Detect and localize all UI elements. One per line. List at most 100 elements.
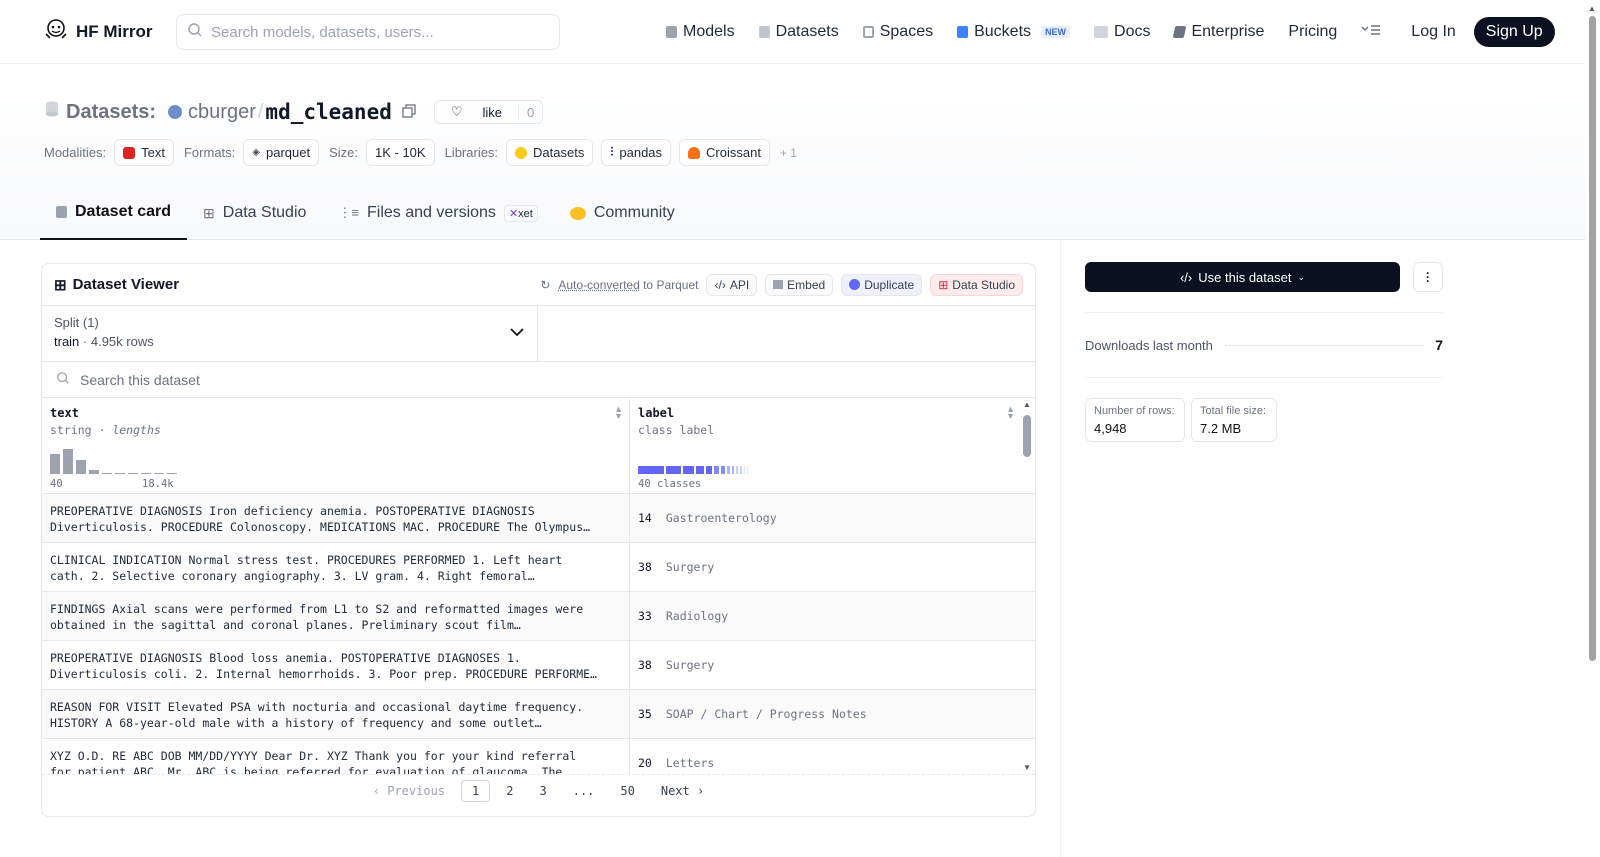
dataset-search-input[interactable] — [80, 371, 480, 388]
code-icon: ‹/› — [1179, 269, 1193, 285]
column-subtype: lengths — [112, 423, 161, 437]
data-table: text string · lengths 40 18.4k ▲ ▼ label … — [42, 398, 1035, 774]
table-icon: ⊞ — [54, 276, 67, 294]
column-name: text — [50, 406, 79, 420]
more-libraries[interactable]: + 1 — [780, 146, 797, 160]
format-chip-parquet[interactable]: ◈ parquet — [243, 139, 320, 166]
more-options-button[interactable]: · · · — [1413, 262, 1443, 292]
table-row[interactable]: CLINICAL INDICATION Normal stress test. … — [42, 543, 1035, 592]
table-scrollbar[interactable]: ▲ ▼ — [1019, 398, 1035, 774]
text-icon — [123, 146, 136, 159]
brand-link[interactable]: HF Mirror — [44, 18, 176, 45]
use-dataset-button[interactable]: ‹/› Use this dataset ⌄ — [1085, 262, 1400, 292]
signup-button[interactable]: Sign Up — [1473, 17, 1555, 47]
split-selector[interactable]: Split (1) train · 4.95k rows — [42, 306, 538, 361]
dataset-search[interactable] — [42, 362, 1035, 398]
page-2[interactable]: 2 — [496, 781, 523, 801]
scroll-thumb[interactable] — [1589, 16, 1596, 661]
scroll-up-arrow[interactable]: ▲ — [1588, 4, 1596, 13]
file-size-value: 7.2 MB — [1200, 421, 1242, 436]
length-histogram — [50, 449, 177, 474]
pagination: ‹ Previous 1 2 3 ... 50 Next › — [42, 774, 1035, 806]
nav-more-menu[interactable] — [1361, 23, 1381, 42]
api-button[interactable]: ‹/› API — [706, 273, 758, 296]
table-row[interactable]: PREOPERATIVE DIAGNOSIS Iron deficiency a… — [42, 494, 1035, 543]
chevron-down-icon — [509, 324, 525, 342]
nav-models[interactable]: Models — [666, 23, 735, 41]
nav-pricing[interactable]: Pricing — [1288, 23, 1337, 41]
tab-data-studio[interactable]: ⊞ Data Studio — [187, 186, 322, 240]
code-icon: ‹/› — [714, 277, 726, 292]
xet-badge: ✕xet — [503, 204, 538, 222]
column-header-text[interactable]: text string · lengths 40 18.4k ▲ ▼ — [42, 398, 630, 493]
table-row[interactable]: REASON FOR VISIT Elevated PSA with noctu… — [42, 690, 1035, 739]
owner-link[interactable]: cburger — [188, 101, 256, 124]
like-button[interactable]: ♡ like 0 — [433, 100, 544, 124]
embed-button[interactable]: Embed — [765, 273, 834, 296]
tab-dataset-card[interactable]: Dataset card — [40, 186, 188, 240]
search-input[interactable] — [211, 23, 549, 41]
split-rows: 4.95k rows — [90, 334, 154, 349]
file-size-stat: Total file size: 7.2 MB — [1191, 398, 1277, 442]
dataset-name[interactable]: md_cleaned — [265, 100, 391, 124]
cube-icon — [56, 206, 67, 218]
new-badge: NEW — [1041, 26, 1071, 38]
embed-icon — [773, 280, 784, 289]
search-icon — [187, 22, 203, 43]
table-row[interactable]: FINDINGS Axial scans were performed from… — [42, 592, 1035, 641]
nav-spaces[interactable]: Spaces — [862, 23, 933, 41]
chevron-down-icon: ⌄ — [1297, 271, 1306, 282]
library-chip-pandas[interactable]: ⫶ pandas — [601, 139, 672, 166]
duplicate-icon — [849, 279, 861, 290]
sort-icon[interactable]: ▲ ▼ — [614, 405, 623, 421]
column-type: class label — [638, 423, 715, 437]
tab-files-and-versions[interactable]: ⋮≡ Files and versions ✕xet — [322, 186, 553, 240]
size-chip[interactable]: 1K - 10K — [365, 139, 435, 166]
search-icon — [56, 371, 70, 388]
library-chip-datasets[interactable]: Datasets — [506, 139, 594, 166]
table-icon: ⊞ — [203, 204, 215, 221]
downloads-count: 7 — [1435, 337, 1443, 353]
duplicate-button[interactable]: Duplicate — [841, 273, 923, 296]
nav-datasets[interactable]: Datasets — [758, 23, 839, 41]
hf-logo-icon — [44, 18, 68, 45]
data-studio-button[interactable]: ⊞ Data Studio — [930, 273, 1023, 296]
page-3[interactable]: 3 — [529, 781, 556, 801]
split-label: Split (1) — [54, 315, 99, 330]
right-sidebar: ‹/› Use this dataset ⌄ · · · Downloads last … — [1060, 240, 1600, 857]
section-label: Datasets: — [66, 100, 157, 123]
nav-docs[interactable]: Docs — [1094, 23, 1150, 41]
grid-icon — [862, 26, 874, 38]
tab-community[interactable]: Community — [554, 186, 691, 240]
copy-icon[interactable] — [402, 101, 416, 124]
login-link[interactable]: Log In — [1411, 23, 1455, 41]
files-icon: ⋮≡ — [338, 205, 359, 220]
column-name: label — [638, 406, 675, 420]
scroll-down-arrow[interactable]: ▼ — [1023, 763, 1031, 772]
column-type: string — [50, 423, 92, 437]
scroll-up-arrow[interactable]: ▲ — [1023, 400, 1031, 409]
next-page[interactable]: Next › — [651, 781, 714, 801]
nav-buckets[interactable]: Buckets NEW — [957, 23, 1071, 41]
parquet-icon: ◈ — [252, 147, 260, 158]
library-chip-croissant[interactable]: Croissant — [679, 139, 770, 166]
modality-chip-text[interactable]: Text — [114, 139, 174, 166]
bucket-icon — [957, 26, 969, 38]
scroll-thumb[interactable] — [1023, 415, 1031, 457]
nav-enterprise[interactable]: Enterprise — [1173, 23, 1264, 41]
previous-page[interactable]: ‹ Previous — [363, 781, 455, 801]
rows-value: 4,948 — [1094, 421, 1127, 436]
downloads-stat: Downloads last month 7 — [1085, 312, 1443, 378]
table-row[interactable]: XYZ O.D. RE ABC DOB MM/DD/YYYY Dear Dr. … — [42, 739, 1035, 774]
sort-icon[interactable]: ▲ ▼ — [1006, 405, 1015, 421]
menu-icon — [1361, 23, 1381, 42]
path-separator: / — [257, 100, 264, 123]
page-1[interactable]: 1 — [461, 779, 491, 802]
page-scrollbar[interactable]: ▲ — [1585, 0, 1600, 857]
column-header-label[interactable]: label class label 40 classes ▲ ▼ — [630, 398, 1021, 493]
page-50[interactable]: 50 — [610, 781, 644, 801]
community-icon — [569, 206, 586, 220]
global-search[interactable] — [176, 14, 560, 50]
auto-converted-link[interactable]: Auto-converted — [558, 278, 639, 292]
table-row[interactable]: PREOPERATIVE DIAGNOSIS Blood loss anemia… — [42, 641, 1035, 690]
